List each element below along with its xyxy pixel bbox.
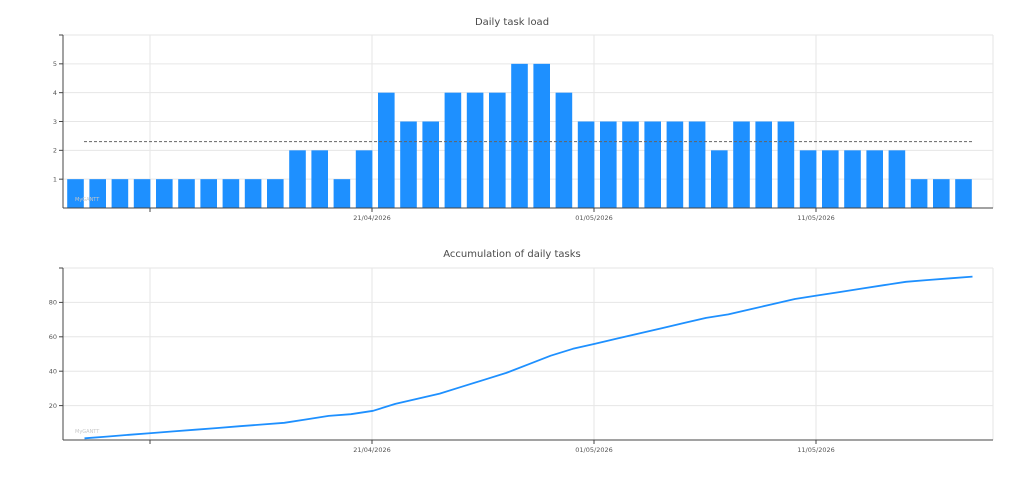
x-axis-ticks: 21/04/2026 01/05/2026 11/05/2026 (149, 208, 835, 222)
bar (289, 150, 306, 208)
bar (755, 121, 772, 208)
daily-task-load-chart: Daily task load 1 2 3 4 5 21/04/2026 01/05/20… (53, 17, 994, 222)
accumulation-chart: Accumulation of daily tasks 20 40 60 80 21/… (49, 249, 994, 454)
bar (711, 150, 728, 208)
bar (822, 150, 839, 208)
bar (955, 179, 972, 208)
bar (622, 121, 639, 208)
y-tick-label: 80 (49, 299, 57, 307)
grid-lines (63, 267, 994, 440)
x-tick-label: 01/05/2026 (575, 214, 612, 222)
watermark: MyGANTT (75, 429, 100, 435)
bar (244, 179, 262, 208)
y-tick-label: 40 (49, 368, 57, 376)
bar (422, 121, 439, 208)
y-axis-ticks: 20 40 60 80 (49, 267, 63, 410)
bar (222, 179, 240, 208)
x-tick-label: 21/04/2026 (353, 214, 390, 222)
bar (533, 63, 550, 209)
bar (378, 92, 395, 208)
bar (67, 179, 84, 208)
y-tick-label: 5 (53, 60, 57, 68)
y-tick-label: 2 (53, 147, 57, 155)
chart-title: Daily task load (475, 17, 549, 28)
bar (799, 150, 817, 208)
bar (511, 63, 528, 209)
bar (555, 92, 573, 208)
bar (600, 121, 617, 208)
bar (156, 179, 173, 208)
bar (333, 179, 351, 208)
bar (733, 121, 750, 208)
bar (644, 121, 661, 208)
bar (888, 150, 906, 208)
bar (355, 150, 373, 208)
x-axis-ticks: 21/04/2026 01/05/2026 11/05/2026 (149, 440, 835, 454)
bar (111, 179, 129, 208)
bar (910, 179, 928, 208)
x-tick-label: 11/05/2026 (797, 446, 834, 454)
x-tick-label: 01/05/2026 (575, 446, 612, 454)
bar (400, 121, 417, 208)
line-series (84, 275, 973, 440)
bar (267, 179, 284, 208)
y-tick-label: 1 (53, 175, 57, 183)
x-tick-label: 21/04/2026 (353, 446, 390, 454)
task-load-dashboard: Daily task load 1 2 3 4 5 21/04/2026 01/05/20… (0, 0, 1024, 480)
bar (866, 150, 883, 208)
bar (178, 179, 195, 208)
x-tick-label: 11/05/2026 (797, 214, 834, 222)
bar (489, 92, 506, 208)
series-line (84, 275, 973, 440)
bar (688, 121, 706, 208)
bar (666, 121, 684, 208)
bar-series (67, 63, 972, 209)
y-tick-label: 60 (49, 333, 57, 341)
bar (844, 150, 861, 208)
chart-title: Accumulation of daily tasks (443, 249, 581, 260)
bar (133, 179, 151, 208)
charts-canvas: Daily task load 1 2 3 4 5 21/04/2026 01/05/20… (49, 17, 994, 454)
y-tick-label: 3 (53, 118, 57, 126)
watermark: MyGANTT (75, 197, 100, 203)
y-axis-ticks: 1 2 3 4 5 (53, 34, 63, 183)
bar (466, 92, 484, 208)
bar (933, 179, 950, 208)
y-tick-label: 4 (53, 89, 57, 97)
bar (200, 179, 217, 208)
bar (89, 179, 106, 208)
bar (444, 92, 462, 208)
y-tick-label: 20 (49, 402, 57, 410)
bar (777, 121, 795, 208)
bar (577, 121, 595, 208)
bar (311, 150, 328, 208)
axes (62, 268, 993, 441)
